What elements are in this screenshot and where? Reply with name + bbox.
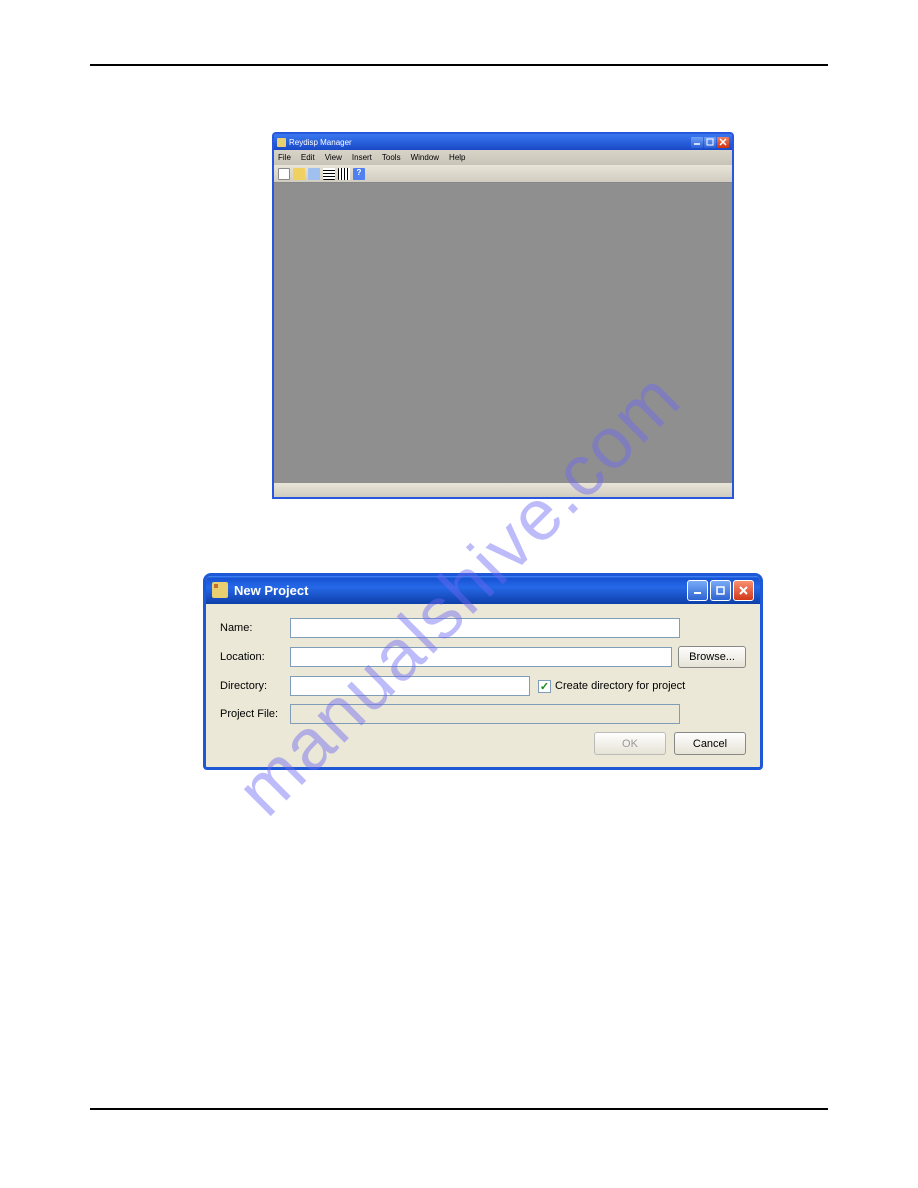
maximize-button[interactable] bbox=[704, 137, 716, 148]
menu-help[interactable]: Help bbox=[449, 153, 465, 162]
menu-edit[interactable]: Edit bbox=[301, 153, 315, 162]
page-rule-bottom bbox=[90, 1108, 828, 1110]
minimize-button[interactable] bbox=[687, 580, 708, 601]
window-title: New Project bbox=[234, 583, 308, 598]
form-body: Name: Location: Browse... Directory: ✓ C… bbox=[206, 604, 760, 767]
directory-label: Directory: bbox=[220, 680, 290, 692]
name-input[interactable] bbox=[290, 618, 680, 638]
menu-tools[interactable]: Tools bbox=[382, 153, 401, 162]
toolbar: ? bbox=[274, 165, 732, 183]
minimize-button[interactable] bbox=[691, 137, 703, 148]
titlebar[interactable]: New Project bbox=[206, 576, 760, 604]
menubar: File Edit View Insert Tools Window Help bbox=[274, 150, 732, 165]
dialog-new-project: New Project Name: Location: Browse... Di… bbox=[203, 573, 763, 770]
directory-input[interactable] bbox=[290, 676, 530, 696]
statusbar bbox=[274, 483, 732, 497]
cancel-button[interactable]: Cancel bbox=[674, 732, 746, 755]
grid-v-icon[interactable] bbox=[338, 168, 350, 180]
close-button[interactable] bbox=[733, 580, 754, 601]
grid-h-icon[interactable] bbox=[323, 168, 335, 180]
help-icon[interactable]: ? bbox=[353, 168, 365, 180]
ok-button: OK bbox=[594, 732, 666, 755]
browse-button[interactable]: Browse... bbox=[678, 646, 746, 668]
menu-window[interactable]: Window bbox=[411, 153, 439, 162]
menu-file[interactable]: File bbox=[278, 153, 291, 162]
open-icon[interactable] bbox=[293, 168, 305, 180]
menu-insert[interactable]: Insert bbox=[352, 153, 372, 162]
location-input[interactable] bbox=[290, 647, 672, 667]
copy-icon[interactable] bbox=[308, 168, 320, 180]
name-label: Name: bbox=[220, 622, 290, 634]
mdi-client-area bbox=[274, 183, 732, 483]
create-dir-checkbox[interactable]: ✓ bbox=[538, 680, 551, 693]
projectfile-label: Project File: bbox=[220, 708, 290, 720]
location-label: Location: bbox=[220, 651, 290, 663]
app-icon bbox=[277, 138, 286, 147]
menu-view[interactable]: View bbox=[325, 153, 342, 162]
page-rule-top bbox=[90, 64, 828, 66]
window-title: Reydisp Manager bbox=[289, 138, 352, 147]
new-icon[interactable] bbox=[278, 168, 290, 180]
maximize-button[interactable] bbox=[710, 580, 731, 601]
create-dir-label: Create directory for project bbox=[555, 680, 685, 692]
app-window-reydisp: Reydisp Manager File Edit View Insert To… bbox=[272, 132, 734, 499]
close-button[interactable] bbox=[717, 137, 729, 148]
projectfile-input bbox=[290, 704, 680, 724]
titlebar[interactable]: Reydisp Manager bbox=[274, 134, 732, 150]
app-icon bbox=[212, 582, 228, 598]
